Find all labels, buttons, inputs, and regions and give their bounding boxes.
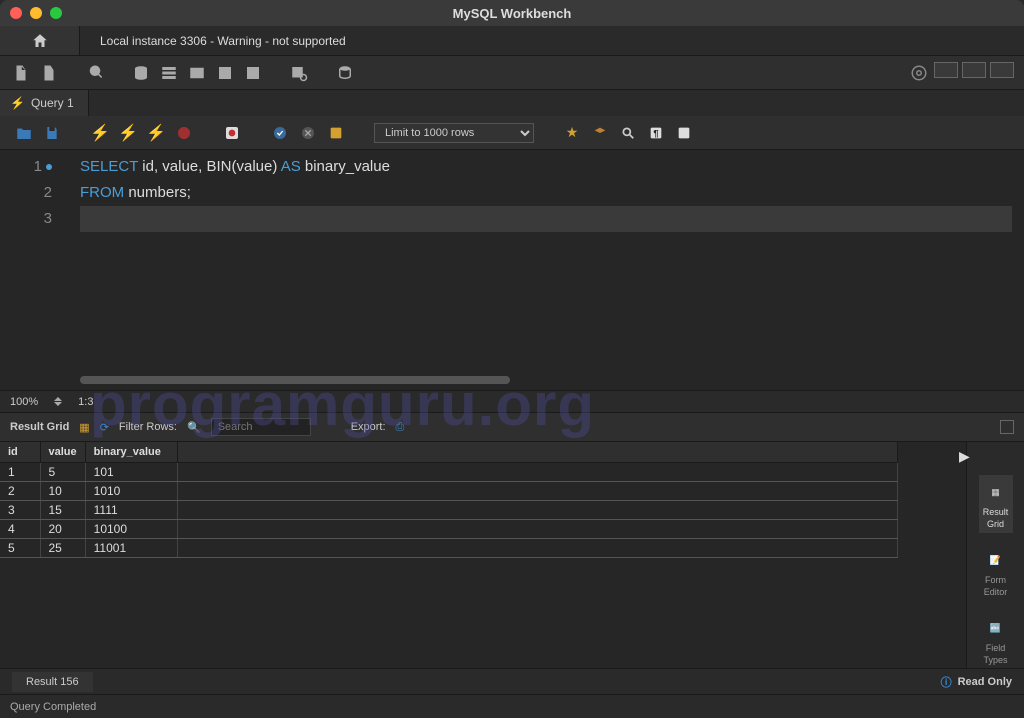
table-row[interactable]: 15101 — [0, 463, 897, 482]
code-area[interactable]: SELECT id, value, BIN(value) AS binary_v… — [60, 150, 1024, 390]
connection-tab[interactable]: Local instance 3306 - Warning - not supp… — [80, 26, 366, 55]
rollback-icon[interactable] — [298, 123, 318, 143]
sql-editor[interactable]: 123 SELECT id, value, BIN(value) AS bina… — [0, 150, 1024, 390]
inspector-icon[interactable] — [84, 62, 106, 84]
export-icon[interactable]: ⎙ — [396, 421, 405, 434]
home-icon — [31, 32, 49, 50]
result-count-tab[interactable]: Result 156 — [12, 672, 93, 692]
readonly-indicator: ⓘ Read Only — [941, 674, 1012, 690]
find-icon[interactable] — [618, 123, 638, 143]
explain-icon[interactable]: ⚡ — [146, 123, 166, 143]
wrap-icon[interactable] — [674, 123, 694, 143]
limit-rows-select[interactable]: Limit to 1000 rows — [374, 123, 534, 143]
favorite-icon[interactable]: ★ — [562, 123, 582, 143]
panel-collapse-arrow[interactable]: ▶ — [959, 448, 970, 465]
main-toolbar — [0, 56, 1024, 90]
zoom-percent: 100% — [10, 396, 38, 408]
result-grid[interactable]: idvaluebinary_value151012101010315111142… — [0, 442, 898, 558]
connection-tab-bar: Local instance 3306 - Warning - not supp… — [0, 26, 1024, 56]
horizontal-scrollbar[interactable] — [80, 376, 510, 384]
column-header[interactable]: id — [0, 442, 40, 463]
panel-toggle-bottom[interactable] — [962, 62, 986, 78]
result-grid-wrap[interactable]: idvaluebinary_value151012101010315111142… — [0, 442, 966, 668]
search-table-icon[interactable] — [288, 62, 310, 84]
query-tab[interactable]: ⚡ Query 1 — [0, 90, 89, 116]
side-item-icon: 📝 — [983, 547, 1009, 573]
info-icon: ⓘ — [941, 674, 952, 690]
new-view-icon[interactable] — [186, 62, 208, 84]
column-header[interactable]: value — [40, 442, 85, 463]
new-sql-file-icon[interactable] — [10, 62, 32, 84]
pin-panel-icon[interactable] — [1000, 420, 1014, 434]
execute-current-icon[interactable]: ⚡ — [118, 123, 138, 143]
result-side-panel: ▶ ▦ResultGrid📝FormEditor🔤FieldTypes▲▼ — [966, 442, 1024, 668]
result-toolbar: Result Grid ▦ ⟳ Filter Rows: 🔍 Export: ⎙ — [0, 412, 1024, 442]
bottom-tabs: Result 156 ⓘ Read Only — [0, 668, 1024, 694]
table-row[interactable]: 2101010 — [0, 482, 897, 501]
status-bar: Query Completed — [0, 694, 1024, 718]
table-row[interactable]: 42010100 — [0, 520, 897, 539]
query-toolbar: ⚡ ⚡ ⚡ Limit to 1000 rows ★ ¶ — [0, 116, 1024, 150]
refresh-icon[interactable]: ⟳ — [100, 421, 109, 434]
side-panel-item[interactable]: 🔤FieldTypes — [979, 611, 1013, 668]
cursor-line-highlight — [80, 206, 1012, 232]
search-icon: 🔍 — [187, 421, 201, 434]
filter-rows-label: Filter Rows: — [119, 421, 177, 433]
cancel-edits-icon[interactable] — [222, 123, 242, 143]
minimize-window-button[interactable] — [30, 7, 42, 19]
export-label: Export: — [351, 421, 386, 433]
invisible-chars-icon[interactable]: ¶ — [646, 123, 666, 143]
new-schema-icon[interactable] — [130, 62, 152, 84]
side-panel-item[interactable]: ▦ResultGrid — [979, 475, 1013, 533]
beautify-icon[interactable] — [590, 123, 610, 143]
gear-icon[interactable] — [908, 62, 930, 84]
side-panel-item[interactable]: 📝FormEditor — [979, 543, 1013, 601]
bolt-icon: ⚡ — [10, 96, 25, 110]
status-text: Query Completed — [10, 701, 96, 713]
app-title: MySQL Workbench — [453, 6, 572, 21]
table-row[interactable]: 3151111 — [0, 501, 897, 520]
table-row[interactable]: 52511001 — [0, 539, 897, 558]
maximize-window-button[interactable] — [50, 7, 62, 19]
open-file-icon[interactable] — [14, 123, 34, 143]
reconnect-icon[interactable] — [334, 62, 356, 84]
cursor-position: 1:3 — [78, 396, 93, 408]
line-gutter: 123 — [0, 150, 60, 390]
home-tab[interactable] — [0, 26, 80, 55]
commit-icon[interactable] — [270, 123, 290, 143]
editor-status-row: 100% 1:3 — [0, 390, 1024, 412]
readonly-label: Read Only — [958, 676, 1012, 688]
stop-icon[interactable] — [174, 123, 194, 143]
search-input[interactable] — [211, 418, 311, 436]
result-area: idvaluebinary_value151012101010315111142… — [0, 442, 1024, 668]
grid-icon[interactable]: ▦ — [79, 421, 89, 434]
panel-toggle-right[interactable] — [990, 62, 1014, 78]
open-sql-file-icon[interactable] — [38, 62, 60, 84]
svg-text:¶: ¶ — [653, 128, 658, 138]
new-procedure-icon[interactable] — [214, 62, 236, 84]
save-file-icon[interactable] — [42, 123, 62, 143]
side-item-icon: ▦ — [983, 479, 1009, 505]
zoom-stepper[interactable] — [54, 397, 62, 406]
panel-toggle-left[interactable] — [934, 62, 958, 78]
autocommit-icon[interactable] — [326, 123, 346, 143]
title-bar: MySQL Workbench — [0, 0, 1024, 26]
query-tab-label: Query 1 — [31, 96, 74, 110]
side-item-icon: 🔤 — [983, 615, 1009, 641]
result-grid-label: Result Grid — [10, 421, 69, 433]
close-window-button[interactable] — [10, 7, 22, 19]
new-function-icon[interactable] — [242, 62, 264, 84]
traffic-lights — [10, 7, 62, 19]
column-header[interactable]: binary_value — [85, 442, 177, 463]
execute-icon[interactable]: ⚡ — [90, 123, 110, 143]
new-table-icon[interactable] — [158, 62, 180, 84]
query-tab-bar: ⚡ Query 1 — [0, 90, 1024, 116]
